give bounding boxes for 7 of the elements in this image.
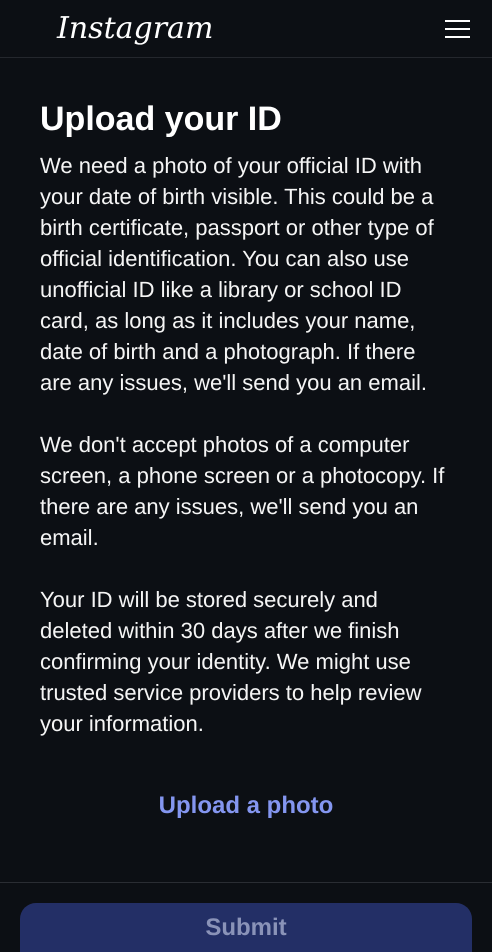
upload-link[interactable]: Upload a photo — [158, 788, 334, 824]
body-paragraph: We don't accept photos of a computer screen, a phone screen or a photocopy. If there are any issues, we'll send you an email. — [40, 431, 446, 552]
menu-icon[interactable] — [445, 20, 470, 38]
logo[interactable]: Instagram — [57, 14, 214, 44]
body-paragraph: We need a photo of your official ID with your date of birth visible. This could be a birth certificate, passport or other type of official identification. You can also use unofficial ID like a library or school ID card, as long as it includes your name, date of birth and a photograph. If there are any issues, we'll send you an email. — [40, 152, 435, 397]
page-title: Upload your ID — [40, 99, 283, 140]
body-paragraph: Your ID will be stored securely and deleted within 30 days after we finish confirming your identity. We might use trusted service providers to help review your information. — [40, 586, 422, 738]
